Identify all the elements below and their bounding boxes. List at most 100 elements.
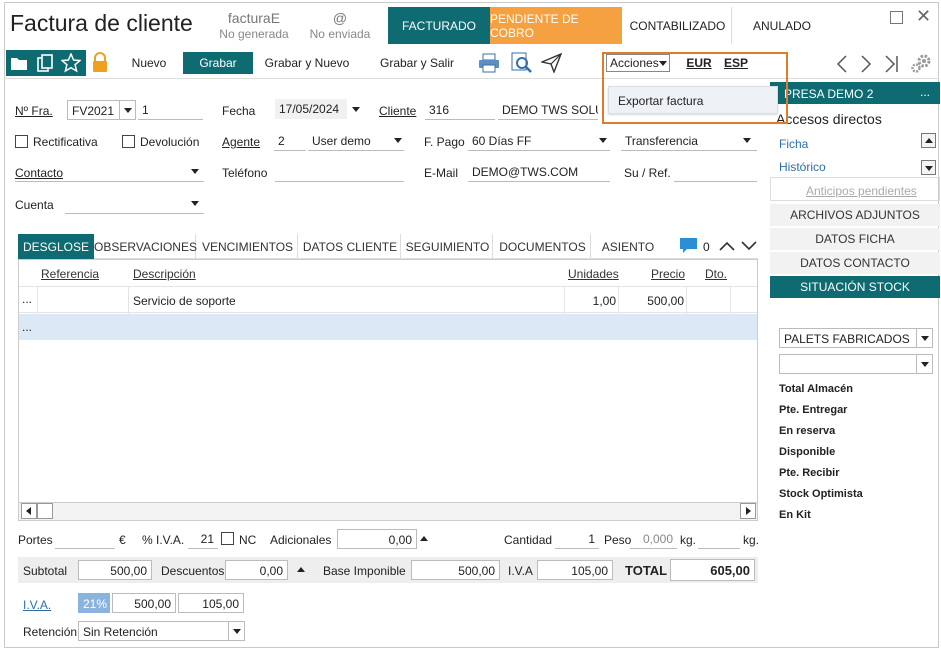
retencion-select[interactable]: Sin Retención (78, 621, 245, 641)
fecha-input[interactable]: 17/05/2024 (275, 99, 347, 119)
cell-precio[interactable]: 500,00 (622, 294, 684, 308)
fecha-caret-icon[interactable] (352, 107, 360, 112)
rectificativa-checkbox[interactable] (15, 135, 28, 148)
grabar-salir-button[interactable]: Grabar y Salir (372, 52, 462, 74)
nuevo-button[interactable]: Nuevo (118, 52, 180, 74)
nfra-label[interactable]: Nº Fra. (15, 104, 53, 118)
cuenta-select[interactable] (65, 194, 204, 214)
palets-select[interactable]: PALETS FABRICADOS (779, 328, 933, 348)
tab-desglose[interactable]: DESGLOSE (18, 234, 94, 259)
telefono-input[interactable] (275, 162, 404, 182)
stock-disponible: Disponible (779, 446, 836, 458)
status-contabilizado[interactable]: CONTABILIZADO (624, 7, 732, 44)
historico-link[interactable]: Histórico (779, 160, 826, 174)
tab-vencimientos[interactable]: VENCIMIENTOS (198, 234, 298, 259)
prev-icon[interactable] (836, 55, 848, 73)
almacen-select[interactable] (779, 354, 933, 374)
close-icon[interactable]: ✕ (916, 6, 931, 27)
row-marker[interactable]: ... (22, 320, 32, 334)
empresa-more-button[interactable]: ... (920, 85, 930, 99)
empresa-name: PRESA DEMO 2 (784, 87, 874, 101)
datos-contacto-button[interactable]: DATOS CONTACTO (770, 252, 940, 274)
cliente-code-input[interactable]: 316 (425, 100, 495, 120)
iva-breakdown-label[interactable]: I.V.A. (23, 598, 51, 612)
tab-seguimiento[interactable]: SEGUIMIENTO (403, 234, 493, 259)
iva-amount-value: 105,00 (178, 593, 244, 613)
anticipos-link[interactable]: Anticipos pendientes (806, 184, 917, 198)
printer-icon[interactable] (478, 53, 500, 73)
cliente-name-input[interactable]: DEMO TWS SOLUTI (498, 100, 598, 120)
factura-e-label: facturaE (227, 10, 281, 26)
cell-unidades[interactable]: 1,00 (568, 294, 616, 308)
nc-checkbox[interactable] (221, 532, 234, 545)
transferencia-select[interactable]: Transferencia (621, 131, 757, 151)
agente-label[interactable]: Agente (222, 135, 260, 149)
portes-input[interactable] (55, 529, 115, 549)
adicionales-input[interactable]: 0,00 (337, 529, 417, 549)
email-input[interactable]: DEMO@TWS.COM (468, 162, 610, 182)
iva-base-value: 500,00 (112, 593, 176, 613)
row-marker[interactable]: ... (22, 292, 32, 306)
iva-pct-input[interactable]: 21 (188, 529, 218, 549)
email-status[interactable]: @ No enviada (300, 10, 380, 42)
grabar-nuevo-button[interactable]: Grabar y Nuevo (258, 52, 356, 74)
peso-extra-input[interactable] (698, 529, 740, 549)
agente-code-input[interactable]: 2 (274, 131, 306, 151)
fpago-select[interactable]: 60 Días FF (468, 131, 610, 151)
comment-icon[interactable] (678, 236, 700, 256)
tab-observaciones[interactable]: OBSERVACIONES (94, 234, 197, 259)
settings-icon[interactable] (910, 52, 934, 74)
suref-label: Su / Ref. (624, 166, 671, 180)
folder-icon[interactable] (10, 55, 28, 71)
peso-label: Peso (604, 533, 632, 547)
preview-icon[interactable] (511, 52, 533, 74)
horizontal-scrollbar[interactable] (19, 502, 757, 520)
agente-select[interactable]: User demo (308, 131, 404, 151)
descuentos-input[interactable]: 0,00 (225, 560, 288, 580)
exportar-factura-menu-item[interactable]: Exportar factura (618, 94, 703, 108)
contacto-caret-icon (191, 169, 199, 174)
tab-datos-cliente[interactable]: DATOS CLIENTE (300, 234, 401, 259)
situacion-stock-button[interactable]: SITUACIÓN STOCK (770, 276, 940, 298)
grabar-button[interactable]: Grabar (183, 52, 253, 74)
peso-input[interactable]: 0,000 (630, 529, 677, 549)
col-referencia[interactable]: Referencia (41, 267, 99, 281)
archivos-adjuntos-button[interactable]: ARCHIVOS ADJUNTOS (770, 204, 940, 226)
collapse-icon[interactable] (719, 240, 735, 252)
table-row[interactable] (19, 314, 757, 340)
contacto-select[interactable] (15, 162, 204, 182)
copy-icon[interactable] (37, 54, 53, 72)
scroll-up-button[interactable] (921, 133, 936, 148)
last-icon[interactable] (884, 55, 900, 73)
lock-icon[interactable] (91, 52, 109, 74)
cliente-label[interactable]: Cliente (379, 104, 416, 118)
adicionales-caret-icon[interactable] (420, 536, 428, 541)
status-anulado[interactable]: ANULADO (734, 7, 830, 44)
cell-descripcion[interactable]: Servicio de soporte (133, 294, 236, 308)
descuentos-caret-icon[interactable] (297, 567, 305, 572)
scroll-thumb[interactable] (37, 503, 53, 519)
status-pendiente-cobro[interactable]: PENDIENTE DE COBRO (490, 7, 622, 44)
ficha-link[interactable]: Ficha (779, 137, 808, 151)
devolucion-checkbox[interactable] (122, 135, 135, 148)
tab-documentos[interactable]: DOCUMENTOS (495, 234, 591, 259)
star-icon[interactable] (61, 53, 81, 73)
tab-asiento[interactable]: ASIENTO (593, 234, 663, 259)
col-unidades[interactable]: Unidades (568, 267, 619, 281)
next-icon[interactable] (860, 55, 872, 73)
send-icon[interactable] (541, 53, 563, 73)
numero-input[interactable]: 1 (138, 100, 203, 120)
suref-input[interactable] (674, 162, 757, 182)
col-descripcion[interactable]: Descripción (133, 267, 196, 281)
scroll-right-button[interactable] (740, 503, 756, 519)
expand-icon[interactable] (741, 240, 757, 252)
maximize-icon[interactable] (890, 11, 903, 24)
cantidad-input[interactable]: 1 (555, 529, 599, 549)
col-dto[interactable]: Dto. (705, 267, 727, 281)
scroll-down-button[interactable] (921, 160, 936, 175)
factura-e-status[interactable]: facturaE No generada (214, 10, 294, 42)
scroll-left-button[interactable] (21, 503, 37, 519)
col-precio[interactable]: Precio (651, 267, 685, 281)
datos-ficha-button[interactable]: DATOS FICHA (770, 228, 940, 250)
status-facturado[interactable]: FACTURADO (388, 7, 490, 44)
